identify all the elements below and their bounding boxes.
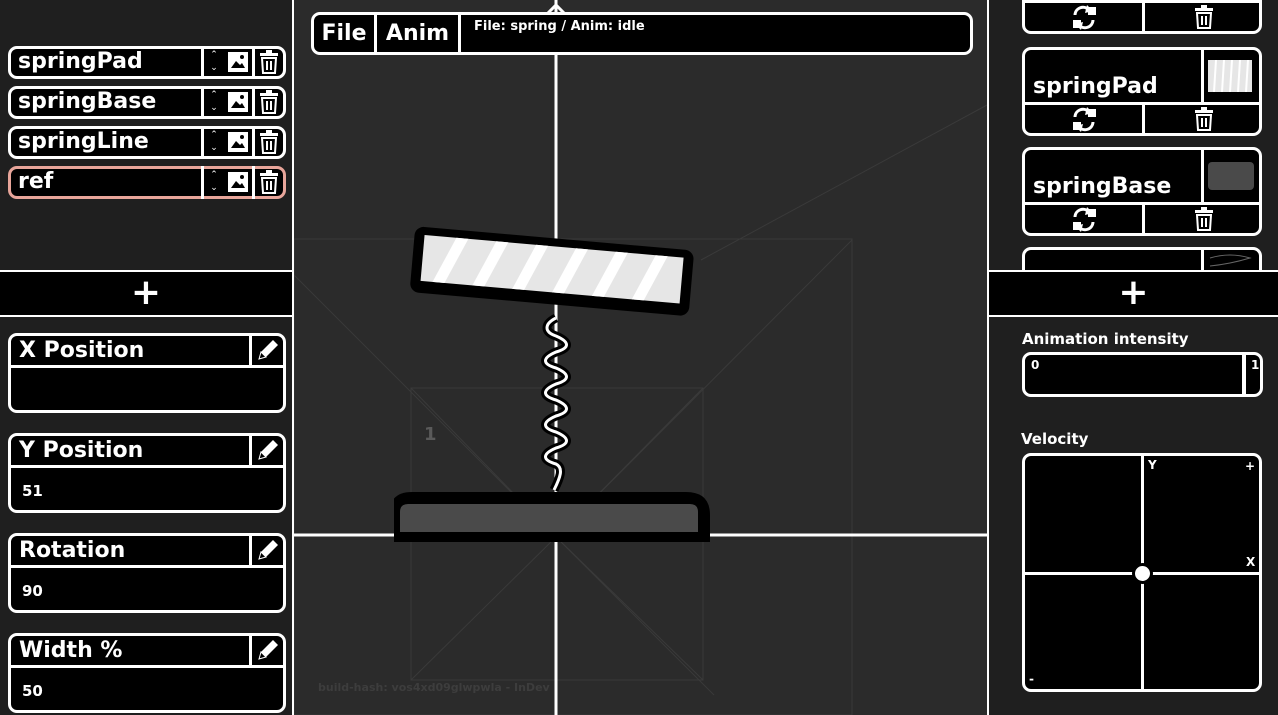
reorder-arrows-icon[interactable]: ⌃ ⌄	[204, 129, 224, 156]
property-width-percent: Width % 50	[8, 633, 286, 713]
layer-row-springpad[interactable]: springPad ⌃ ⌄	[8, 46, 286, 79]
chevron-up-icon[interactable]	[546, 3, 566, 13]
spring-sprite[interactable]	[394, 220, 724, 550]
property-x-position: X Position	[8, 333, 286, 413]
sprite-name: springPad	[1033, 74, 1158, 99]
file-menu-button[interactable]: File	[314, 15, 377, 52]
swap-icon[interactable]	[1071, 207, 1099, 233]
x-axis-label: X	[1246, 555, 1256, 569]
reorder-arrows-icon[interactable]: ⌃ ⌄	[204, 89, 224, 116]
slider-min-label: 0	[1031, 358, 1040, 372]
pencil-icon	[258, 540, 278, 560]
status-text: File: spring / Anim: idle	[474, 19, 645, 34]
property-y-position: Y Position 51	[8, 433, 286, 513]
animation-intensity-label: Animation intensity	[1022, 330, 1189, 348]
minus-label: -	[1029, 672, 1034, 686]
swap-icon[interactable]	[1071, 5, 1099, 31]
editor-canvas[interactable]: 1 File Anim File: spring / Anim: idle bu…	[292, 0, 989, 715]
reorder-arrows-icon[interactable]: ⌃ ⌄	[204, 169, 224, 196]
trash-icon[interactable]	[1193, 207, 1215, 231]
property-label: Y Position	[19, 438, 144, 463]
trash-icon[interactable]	[258, 90, 280, 114]
animation-intensity-slider[interactable]: 0 1	[1022, 352, 1263, 397]
pencil-icon	[258, 440, 278, 460]
property-rotation: Rotation 90	[8, 533, 286, 613]
layer-row-ref[interactable]: ref ⌃ ⌄	[8, 166, 286, 199]
trash-icon[interactable]	[1193, 5, 1215, 29]
pencil-icon	[258, 640, 278, 660]
layer-name[interactable]: springPad	[18, 50, 143, 74]
sprite-thumbnail	[1201, 50, 1259, 105]
velocity-label: Velocity	[1021, 430, 1089, 448]
line-thumbnail-image	[1209, 253, 1256, 268]
base-thumbnail-image	[1208, 162, 1254, 190]
pencil-icon	[258, 340, 278, 360]
sprite-thumbnail	[1201, 250, 1259, 270]
trash-icon[interactable]	[258, 130, 280, 154]
sprite-name: springBase	[1033, 174, 1172, 199]
add-sprite-button[interactable]: +	[989, 270, 1278, 317]
image-icon[interactable]	[227, 171, 249, 193]
property-value-field[interactable]: 50	[22, 682, 43, 700]
property-label: Width %	[19, 638, 123, 663]
velocity-handle[interactable]	[1132, 563, 1153, 584]
edit-button[interactable]	[249, 536, 283, 565]
y-axis-label: Y	[1148, 458, 1157, 472]
layer-name[interactable]: springBase	[18, 90, 156, 114]
property-label: X Position	[19, 338, 145, 363]
add-layer-button[interactable]: +	[0, 270, 292, 317]
swap-icon[interactable]	[1071, 107, 1099, 133]
sprite-list[interactable]: springPad springBase	[989, 0, 1278, 270]
layer-name[interactable]: ref	[18, 170, 53, 194]
left-panel: springPad ⌃ ⌄ springBase ⌃ ⌄ springLine ⌃ ⌄…	[0, 0, 292, 715]
image-icon[interactable]	[227, 131, 249, 153]
slider-handle[interactable]	[1242, 355, 1246, 394]
right-panel: springPad springBase + Animation intensi…	[989, 0, 1278, 715]
edit-button[interactable]	[249, 436, 283, 465]
property-label: Rotation	[19, 538, 126, 563]
edit-button[interactable]	[249, 336, 283, 365]
image-icon[interactable]	[227, 51, 249, 73]
layer-row-springline[interactable]: springLine ⌃ ⌄	[8, 126, 286, 159]
trash-icon[interactable]	[258, 170, 280, 194]
velocity-pad[interactable]: Y + X -	[1022, 453, 1262, 692]
pad-thumbnail-image	[1208, 59, 1252, 93]
layer-row-springbase[interactable]: springBase ⌃ ⌄	[8, 86, 286, 119]
property-value-field[interactable]: 90	[22, 582, 43, 600]
edit-button[interactable]	[249, 636, 283, 665]
anim-menu-button[interactable]: Anim	[377, 15, 461, 52]
plus-label: +	[1245, 459, 1256, 473]
image-icon[interactable]	[227, 91, 249, 113]
reorder-arrows-icon[interactable]: ⌃ ⌄	[204, 49, 224, 76]
menu-bar: File Anim File: spring / Anim: idle	[311, 12, 973, 55]
slider-max-label: 1	[1251, 358, 1260, 372]
layer-name[interactable]: springLine	[18, 130, 149, 154]
trash-icon[interactable]	[258, 50, 280, 74]
build-hash: build-hash: vos4xd09glwpwla - InDev	[318, 681, 550, 694]
trash-icon[interactable]	[1193, 107, 1215, 131]
sprite-thumbnail	[1201, 150, 1259, 205]
property-value-field[interactable]: 51	[22, 482, 43, 500]
